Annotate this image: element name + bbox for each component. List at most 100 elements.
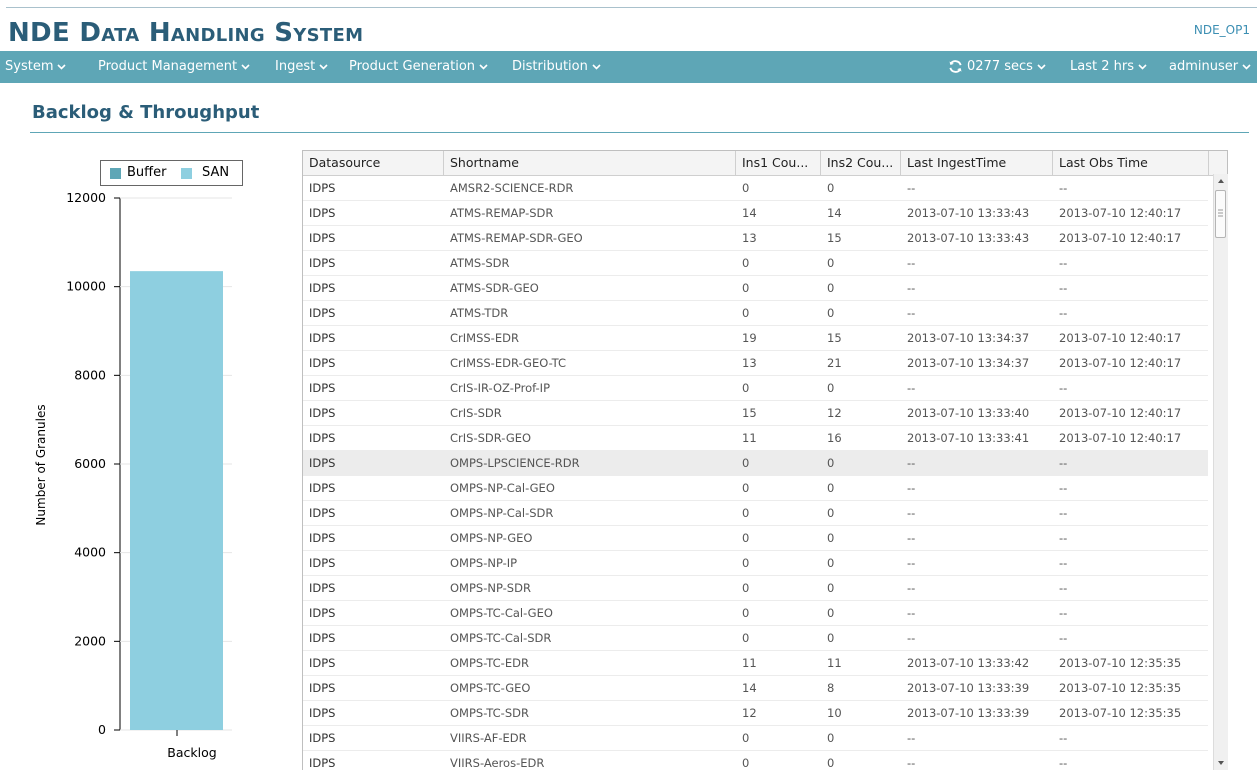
table-row[interactable]: IDPS OMPS-NP-SDR 0 0 -- -- bbox=[303, 576, 1208, 601]
cell-ins2-count: 0 bbox=[827, 381, 835, 395]
table-row[interactable]: IDPS OMPS-NP-IP 0 0 -- -- bbox=[303, 551, 1208, 576]
scroll-up-arrow-icon[interactable] bbox=[1214, 174, 1228, 188]
menu-distribution[interactable]: Distribution bbox=[512, 51, 601, 83]
menu-product-generation[interactable]: Product Generation bbox=[349, 51, 488, 83]
top-rule bbox=[6, 7, 1257, 8]
table-row[interactable]: IDPS OMPS-TC-GEO 14 8 2013-07-10 13:33:39 201… bbox=[303, 676, 1208, 701]
table-row[interactable]: IDPS ATMS-REMAP-SDR 14 14 2013-07-10 13:33:4… bbox=[303, 201, 1208, 226]
menu-system[interactable]: System bbox=[5, 51, 67, 83]
cell-ins1-count: 19 bbox=[742, 331, 757, 345]
column-header-ins2-count[interactable]: Ins2 Cou... bbox=[821, 151, 901, 175]
column-header-last-obs-time[interactable]: Last Obs Time bbox=[1053, 151, 1209, 175]
cell-ins2-count: 14 bbox=[827, 206, 842, 220]
cell-ins2-count: 11 bbox=[827, 656, 842, 670]
cell-ins1-count: 0 bbox=[742, 256, 750, 270]
table-row[interactable]: IDPS OMPS-NP-GEO 0 0 -- -- bbox=[303, 526, 1208, 551]
cell-datasource: IDPS bbox=[309, 306, 336, 320]
cell-last-obs-time: -- bbox=[1059, 581, 1068, 595]
cell-last-ingest-time: 2013-07-10 13:34:37 bbox=[907, 356, 1030, 370]
chevron-down-icon bbox=[479, 63, 488, 70]
cell-ins2-count: 0 bbox=[827, 306, 835, 320]
cell-datasource: IDPS bbox=[309, 331, 336, 345]
y-tick-label: 2000 bbox=[74, 633, 106, 648]
time-range-select[interactable]: Last 2 hrs bbox=[1070, 51, 1147, 83]
column-header-datasource[interactable]: Datasource bbox=[303, 151, 444, 175]
cell-ins1-count: 0 bbox=[742, 556, 750, 570]
cell-last-obs-time: -- bbox=[1059, 181, 1068, 195]
grid-scrollbar[interactable] bbox=[1213, 174, 1228, 770]
cell-datasource: IDPS bbox=[309, 556, 336, 570]
table-row[interactable]: IDPS VIIRS-Aeros-EDR 0 0 -- -- bbox=[303, 751, 1208, 770]
table-row[interactable]: IDPS ATMS-SDR-GEO 0 0 -- -- bbox=[303, 276, 1208, 301]
cell-ins1-count: 0 bbox=[742, 606, 750, 620]
table-row[interactable]: IDPS OMPS-NP-Cal-GEO 0 0 -- -- bbox=[303, 476, 1208, 501]
cell-ins1-count: 0 bbox=[742, 531, 750, 545]
refresh-interval[interactable]: 0277 secs bbox=[948, 51, 1046, 83]
legend-label-buffer: Buffer bbox=[127, 165, 167, 180]
cell-last-ingest-time: -- bbox=[907, 306, 916, 320]
table-row[interactable]: IDPS OMPS-TC-SDR 12 10 2013-07-10 13:33:39 20… bbox=[303, 701, 1208, 726]
refresh-label: 0277 secs bbox=[967, 59, 1033, 74]
column-header-shortname[interactable]: Shortname bbox=[444, 151, 736, 175]
cell-last-obs-time: 2013-07-10 12:40:17 bbox=[1059, 331, 1182, 345]
column-header-last-ingest-time[interactable]: Last IngestTime bbox=[901, 151, 1053, 175]
cell-datasource: IDPS bbox=[309, 506, 336, 520]
datasource-grid: Datasource Shortname Ins1 Cou... Ins2 Co… bbox=[302, 150, 1228, 770]
scroll-thumb[interactable] bbox=[1215, 190, 1226, 238]
cell-shortname: OMPS-TC-EDR bbox=[450, 656, 529, 670]
cell-last-obs-time: -- bbox=[1059, 556, 1068, 570]
cell-ins1-count: 12 bbox=[742, 706, 757, 720]
cell-datasource: IDPS bbox=[309, 531, 336, 545]
table-row[interactable]: IDPS OMPS-TC-Cal-SDR 0 0 -- -- bbox=[303, 626, 1208, 651]
table-row[interactable]: IDPS ATMS-TDR 0 0 -- -- bbox=[303, 301, 1208, 326]
cell-shortname: CrIS-SDR-GEO bbox=[450, 431, 532, 445]
cell-last-ingest-time: -- bbox=[907, 631, 916, 645]
cell-shortname: ATMS-REMAP-SDR-GEO bbox=[450, 231, 583, 245]
cell-last-ingest-time: -- bbox=[907, 556, 916, 570]
cell-datasource: IDPS bbox=[309, 631, 336, 645]
chevron-down-icon bbox=[1037, 63, 1046, 70]
cell-last-obs-time: -- bbox=[1059, 756, 1068, 770]
x-tick-label: Backlog bbox=[167, 745, 216, 760]
cell-shortname: VIIRS-Aeros-EDR bbox=[450, 756, 545, 770]
table-row[interactable]: IDPS OMPS-NP-Cal-SDR 0 0 -- -- bbox=[303, 501, 1208, 526]
cell-last-obs-time: -- bbox=[1059, 256, 1068, 270]
chevron-down-icon bbox=[319, 63, 328, 70]
cell-shortname: CrIMSS-EDR-GEO-TC bbox=[450, 356, 567, 370]
cell-last-ingest-time: -- bbox=[907, 281, 916, 295]
chevron-down-icon bbox=[592, 63, 601, 70]
cell-last-ingest-time: 2013-07-10 13:34:37 bbox=[907, 331, 1030, 345]
cell-last-obs-time: -- bbox=[1059, 381, 1068, 395]
cell-last-ingest-time: -- bbox=[907, 481, 916, 495]
menu-label: Ingest bbox=[275, 59, 316, 74]
table-row[interactable]: IDPS OMPS-TC-EDR 11 11 2013-07-10 13:33:42 20… bbox=[303, 651, 1208, 676]
cell-last-obs-time: -- bbox=[1059, 481, 1068, 495]
table-row[interactable]: IDPS ATMS-SDR 0 0 -- -- bbox=[303, 251, 1208, 276]
y-tick-label: 4000 bbox=[74, 545, 106, 560]
menu-ingest[interactable]: Ingest bbox=[275, 51, 328, 83]
table-row[interactable]: IDPS VIIRS-AF-EDR 0 0 -- -- bbox=[303, 726, 1208, 751]
table-row[interactable]: IDPS CrIS-SDR 15 12 2013-07-10 13:33:40 2013-… bbox=[303, 401, 1208, 426]
table-row[interactable]: IDPS OMPS-TC-Cal-GEO 0 0 -- -- bbox=[303, 601, 1208, 626]
bar-san-backlog[interactable] bbox=[130, 271, 223, 730]
cell-ins1-count: 11 bbox=[742, 656, 757, 670]
scroll-down-arrow-icon[interactable] bbox=[1214, 756, 1228, 770]
table-row[interactable]: IDPS CrIS-SDR-GEO 11 16 2013-07-10 13:33:41 2… bbox=[303, 426, 1208, 451]
column-header-ins1-count[interactable]: Ins1 Cou... bbox=[736, 151, 821, 175]
cell-shortname: CrIS-SDR bbox=[450, 406, 502, 420]
time-range-label: Last 2 hrs bbox=[1070, 59, 1134, 74]
table-row[interactable]: IDPS OMPS-LPSCIENCE-RDR 0 0 -- -- bbox=[303, 451, 1208, 476]
cell-shortname: OMPS-NP-GEO bbox=[450, 531, 533, 545]
y-tick-label: 0 bbox=[98, 722, 106, 737]
cell-last-obs-time: -- bbox=[1059, 281, 1068, 295]
cell-ins2-count: 0 bbox=[827, 606, 835, 620]
table-row[interactable]: IDPS CrIS-IR-OZ-Prof-IP 0 0 -- -- bbox=[303, 376, 1208, 401]
table-row[interactable]: IDPS CrIMSS-EDR-GEO-TC 13 21 2013-07-10 13:3… bbox=[303, 351, 1208, 376]
table-row[interactable]: IDPS CrIMSS-EDR 19 15 2013-07-10 13:34:37 201… bbox=[303, 326, 1208, 351]
table-row[interactable]: IDPS ATMS-REMAP-SDR-GEO 13 15 2013-07-10 13:… bbox=[303, 226, 1208, 251]
cell-datasource: IDPS bbox=[309, 256, 336, 270]
cell-shortname: OMPS-TC-GEO bbox=[450, 681, 531, 695]
table-row[interactable]: IDPS AMSR2-SCIENCE-RDR 0 0 -- -- bbox=[303, 176, 1208, 201]
user-menu[interactable]: adminuser bbox=[1169, 51, 1251, 83]
menu-product-management[interactable]: Product Management bbox=[98, 51, 250, 83]
